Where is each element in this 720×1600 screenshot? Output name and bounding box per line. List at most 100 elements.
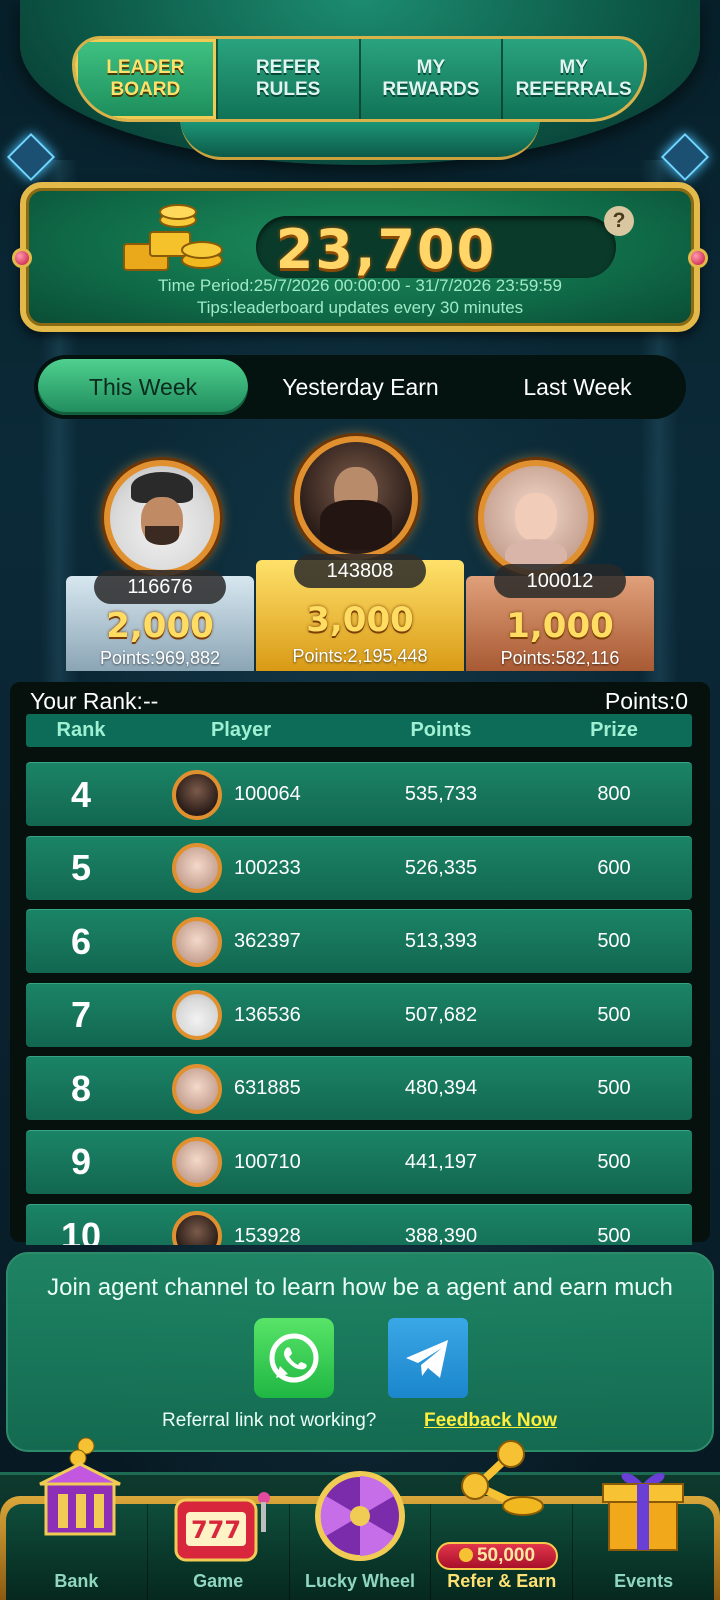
row-player-id: 631885 xyxy=(234,1077,301,1100)
podium-first-avatar[interactable] xyxy=(294,436,418,560)
prize-pool-amount: 23,700 xyxy=(275,218,497,281)
feedback-now-link[interactable]: Feedback Now xyxy=(424,1410,557,1432)
gold-pile-icon xyxy=(123,204,223,271)
gem-ornament-icon xyxy=(12,248,32,268)
whatsapp-button[interactable] xyxy=(254,1318,334,1398)
row-prize: 500 xyxy=(597,1150,631,1173)
refer-reward-badge: 50,000 xyxy=(436,1542,558,1570)
table-row[interactable]: 7 136536 507,682 500 xyxy=(26,982,692,1047)
top-tab-platform-base xyxy=(180,118,540,160)
row-points: 441,197 xyxy=(404,1150,478,1173)
refer-reward-amount: 50,000 xyxy=(476,1545,536,1566)
tab-this-week[interactable]: This Week xyxy=(38,359,248,415)
tab-last-week[interactable]: Last Week xyxy=(473,359,682,415)
nav-lucky-wheel-label: Lucky Wheel xyxy=(304,1571,415,1591)
tab-my-rewards[interactable]: MY REWARDS xyxy=(361,39,504,119)
nav-game-label: Game xyxy=(193,1571,244,1591)
podium-second-avatar[interactable] xyxy=(104,460,220,576)
tab-my-referrals[interactable]: MY REFERRALS xyxy=(503,39,644,119)
player-avatar xyxy=(172,843,222,894)
nav-events[interactable]: Events xyxy=(573,1473,714,1600)
tab-leader-board[interactable]: LEADER BOARD xyxy=(75,39,218,119)
svg-text:777: 777 xyxy=(191,1516,241,1544)
player-avatar xyxy=(172,769,222,820)
nav-game[interactable]: 777 Game xyxy=(148,1492,290,1600)
nav-refer-earn-label: Refer & Earn xyxy=(447,1571,557,1591)
row-rank: 6 xyxy=(70,920,92,962)
row-points: 526,335 xyxy=(404,856,478,879)
column-header-points: Points xyxy=(410,719,472,741)
your-points: Points:0 xyxy=(604,688,688,714)
row-player-id: 153928 xyxy=(234,1224,301,1245)
your-rank: Your Rank:-- xyxy=(30,688,159,714)
help-icon[interactable]: ? xyxy=(604,206,634,236)
tab-yesterday-earn[interactable]: Yesterday Earn xyxy=(256,359,465,415)
nav-lucky-wheel[interactable]: Lucky Wheel xyxy=(290,1471,432,1600)
refer-share-icon xyxy=(461,1440,545,1516)
nav-events-label: Events xyxy=(614,1571,674,1591)
whatsapp-icon xyxy=(269,1333,319,1383)
column-header-prize: Prize xyxy=(590,719,638,741)
column-header-player: Player xyxy=(210,719,272,741)
podium-second: 116676 2,000 Points:969,882 xyxy=(66,570,254,671)
player-avatar xyxy=(172,1211,222,1245)
podium-first-prize: 3,000 xyxy=(306,600,414,640)
table-row[interactable]: 6 362397 513,393 500 xyxy=(26,909,692,974)
gem-ornament-icon xyxy=(688,248,708,268)
gift-box-icon xyxy=(602,1473,685,1551)
bottom-nav: Bank 777 Game Lucky Wheel Refer & Earn E… xyxy=(6,1437,714,1600)
row-points: 513,393 xyxy=(404,930,478,953)
row-prize: 500 xyxy=(597,930,631,953)
row-player-id: 362397 xyxy=(234,930,301,953)
time-period: Time Period:25/7/2026 00:00:00 - 31/7/20… xyxy=(158,276,562,295)
update-tips: Tips:leaderboard updates every 30 minute… xyxy=(196,298,524,317)
telegram-icon xyxy=(406,1340,448,1378)
table-row[interactable]: 8 631885 480,394 500 xyxy=(26,1056,692,1121)
top-tab-bar: LEADER BOARD REFER RULES MY REWARDS MY R… xyxy=(72,36,647,122)
agent-channel-title: Join agent channel to learn how be a age… xyxy=(47,1274,673,1301)
podium-first-points: Points:2,195,448 xyxy=(292,646,428,666)
table-row[interactable]: 9 100710 441,197 500 xyxy=(26,1129,692,1194)
table-row[interactable]: 4 100064 535,733 800 xyxy=(26,762,692,826)
row-rank: 10 xyxy=(60,1215,102,1245)
podium-third-points: Points:582,116 xyxy=(500,648,620,668)
podium-second-id: 116676 xyxy=(94,570,226,604)
telegram-button[interactable] xyxy=(388,1318,468,1398)
row-rank: 4 xyxy=(70,773,92,815)
prize-pool-panel: 23,700 ? Time Period:25/7/2026 00:00:00 … xyxy=(12,182,708,332)
row-points: 388,390 xyxy=(404,1224,478,1245)
table-row[interactable]: 5 100233 526,335 600 xyxy=(26,835,692,900)
bank-icon xyxy=(39,1437,121,1536)
slot-machine-icon: 777 xyxy=(174,1492,270,1562)
row-player-id: 100233 xyxy=(234,856,301,879)
row-player-id: 100064 xyxy=(234,783,301,805)
row-prize: 500 xyxy=(597,1077,631,1100)
row-points: 507,682 xyxy=(404,1003,478,1026)
nav-bank[interactable]: Bank xyxy=(6,1437,148,1600)
player-avatar xyxy=(172,990,222,1041)
table-row[interactable]: 10 153928 388,390 500 xyxy=(26,1203,692,1245)
row-player-id: 136536 xyxy=(234,1003,301,1026)
podium-second-prize: 2,000 xyxy=(106,606,214,646)
referral-help-text: Referral link not working? xyxy=(162,1410,377,1431)
tab-refer-rules[interactable]: REFER RULES xyxy=(218,39,361,119)
row-player-id: 100710 xyxy=(234,1150,301,1173)
podium-third-id: 100012 xyxy=(494,564,626,598)
table-header: Rank Player Points Prize xyxy=(26,714,692,747)
row-prize: 500 xyxy=(597,1224,631,1245)
player-avatar xyxy=(172,916,222,967)
podium-second-points: Points:969,882 xyxy=(99,648,221,668)
row-rank: 9 xyxy=(70,1141,92,1183)
row-rank: 7 xyxy=(70,994,92,1036)
coin-icon xyxy=(458,1548,473,1562)
row-points: 535,733 xyxy=(404,783,478,805)
row-rank: 5 xyxy=(70,847,92,889)
period-tab-bar: This Week Yesterday Earn Last Week xyxy=(34,355,686,419)
row-prize: 600 xyxy=(597,856,631,879)
table-body[interactable]: 4 100064 535,733 800 5 100233 526,335 60… xyxy=(26,762,692,1245)
row-prize: 500 xyxy=(597,1003,631,1026)
row-rank: 8 xyxy=(70,1067,92,1109)
row-prize: 800 xyxy=(597,783,631,805)
podium-first: 143808 3,000 Points:2,195,448 xyxy=(256,554,464,671)
podium-third-avatar[interactable] xyxy=(478,460,594,576)
